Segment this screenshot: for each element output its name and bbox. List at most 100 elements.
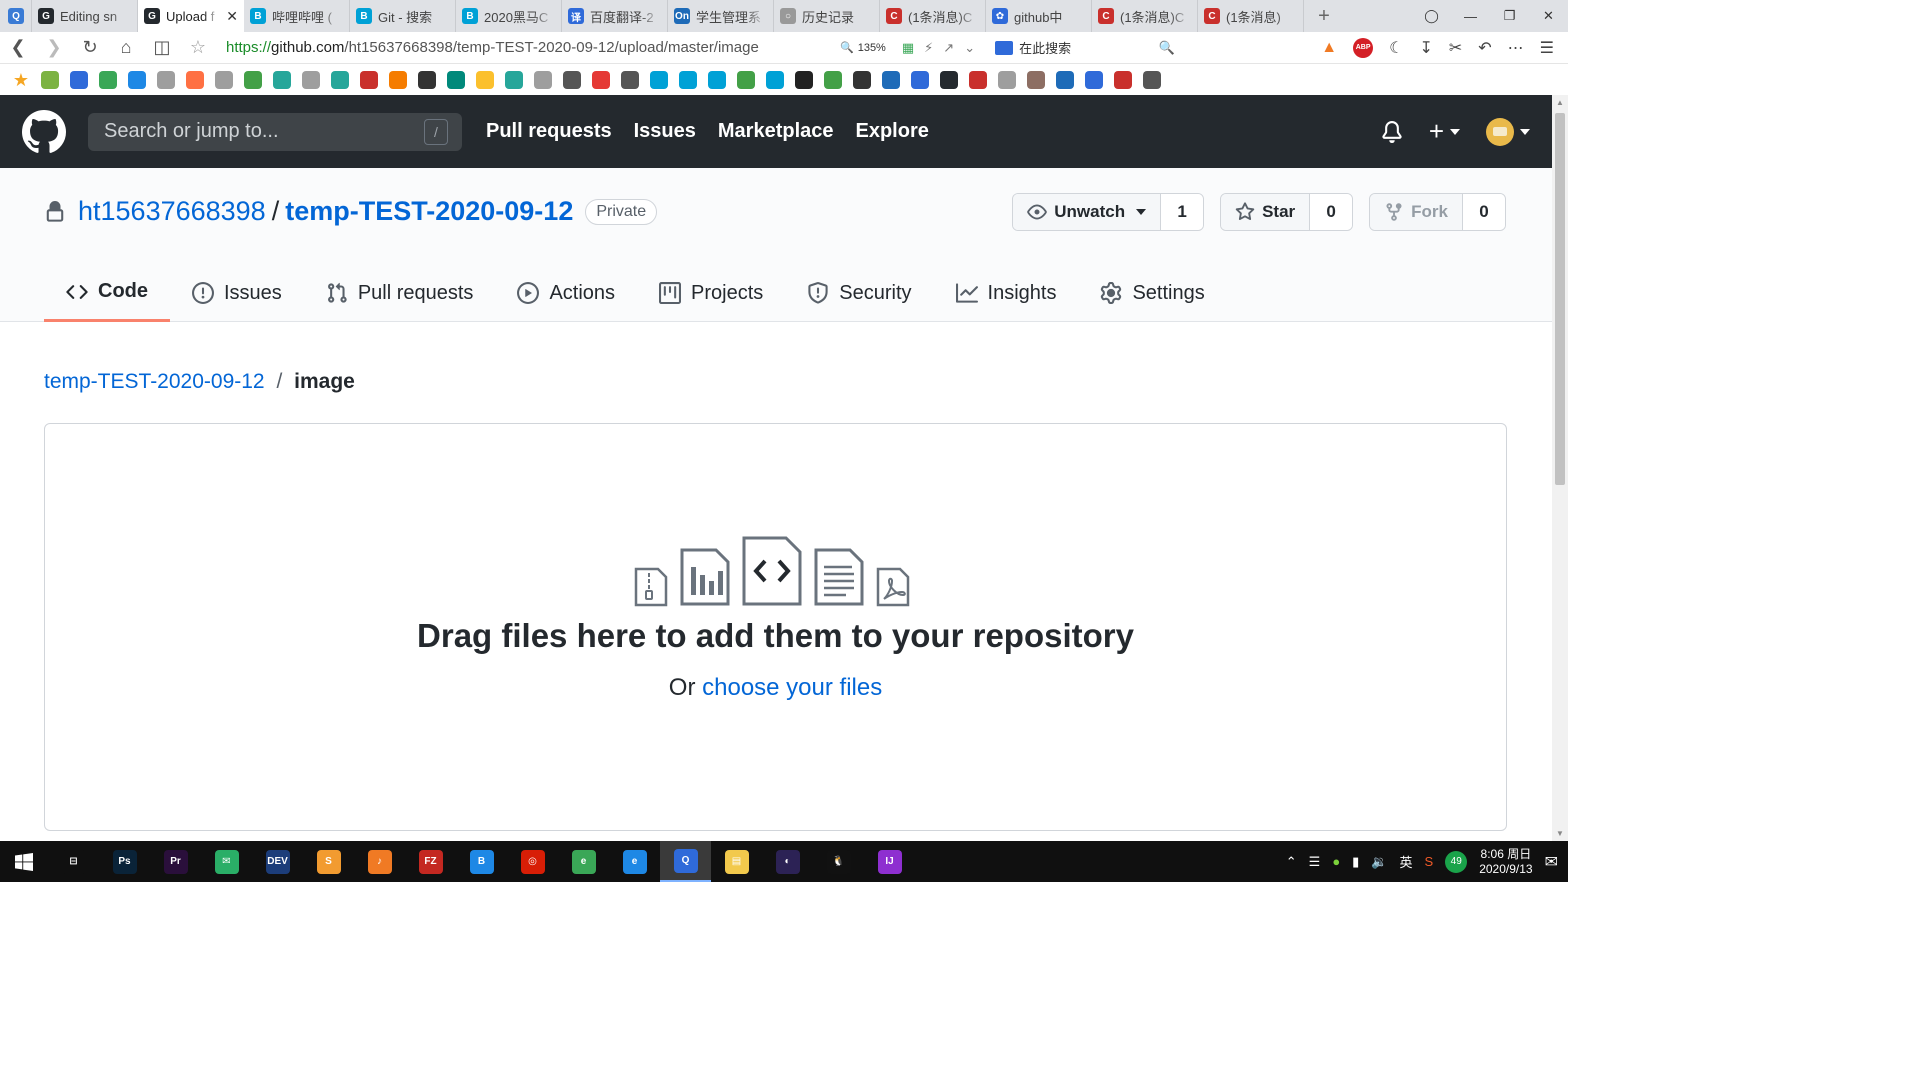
tab-pull-requests[interactable]: Pull requests bbox=[304, 264, 496, 322]
bookmark-icon[interactable] bbox=[534, 71, 552, 89]
taskbar-wechat[interactable]: ✉ bbox=[201, 841, 252, 882]
share-icon[interactable]: ↗ bbox=[943, 40, 954, 56]
bookmark-icon[interactable] bbox=[1143, 71, 1161, 89]
taskbar-eclipse[interactable]: ◐ bbox=[762, 841, 813, 882]
sogou-icon[interactable]: S bbox=[1425, 854, 1434, 869]
page-scrollbar[interactable]: ▲ ▼ bbox=[1552, 95, 1568, 841]
bookmark-icon[interactable] bbox=[882, 71, 900, 89]
browser-tab[interactable]: B Git - 搜索 bbox=[350, 0, 456, 32]
tab-security[interactable]: Security bbox=[785, 264, 933, 322]
bookmark-icon[interactable] bbox=[418, 71, 436, 89]
browser-tab[interactable]: B 哔哩哔哩 ( bbox=[244, 0, 350, 32]
close-window-icon[interactable]: ✕ bbox=[1529, 0, 1568, 32]
bookmark-icon[interactable] bbox=[824, 71, 842, 89]
taskbar-sublime[interactable]: S bbox=[303, 841, 354, 882]
game-icon[interactable]: ▲ bbox=[1321, 39, 1337, 57]
bell-icon[interactable] bbox=[1381, 120, 1403, 143]
home-icon[interactable]: ⌂ bbox=[108, 32, 144, 64]
tab-issues[interactable]: Issues bbox=[170, 264, 304, 322]
taskbar-browser-green[interactable]: e bbox=[558, 841, 609, 882]
minimize-icon[interactable]: — bbox=[1451, 0, 1490, 32]
repo-owner-link[interactable]: ht15637668398 bbox=[78, 196, 266, 227]
search-engine-icon[interactable] bbox=[995, 40, 1014, 55]
bookmark-icon[interactable] bbox=[70, 71, 88, 89]
browser-tab[interactable]: C (1条消息) bbox=[1198, 0, 1304, 32]
menu-icon[interactable]: ☰ bbox=[1540, 38, 1554, 58]
close-tab-icon[interactable]: ✕ bbox=[226, 8, 238, 25]
plus-circle-icon[interactable]: ● bbox=[1332, 854, 1340, 869]
browser-tab[interactable]: 译百度翻译-2 bbox=[562, 0, 668, 32]
tab-projects[interactable]: Projects bbox=[637, 264, 785, 322]
bookmark-icon[interactable] bbox=[302, 71, 320, 89]
notifications-icon[interactable]: ✉ bbox=[1545, 852, 1558, 872]
back-icon[interactable]: ❮ bbox=[0, 32, 36, 64]
undo-icon[interactable]: ↶ bbox=[1478, 38, 1491, 58]
fork-button[interactable]: Fork bbox=[1370, 194, 1463, 230]
taskbar-browser-q[interactable]: Q bbox=[660, 841, 711, 882]
security-badge[interactable]: 49 bbox=[1445, 850, 1468, 873]
github-search[interactable]: / bbox=[88, 112, 462, 151]
github-logo-icon[interactable] bbox=[22, 109, 66, 154]
bookmark-icon[interactable] bbox=[563, 71, 581, 89]
read-mode-icon[interactable]: ▦ bbox=[902, 40, 914, 56]
user-menu[interactable] bbox=[1486, 117, 1530, 146]
bookmark-icon[interactable] bbox=[1085, 71, 1103, 89]
taskbar-bilibili[interactable]: B bbox=[456, 841, 507, 882]
bookmark-icon[interactable] bbox=[186, 71, 204, 89]
browser-tab[interactable]: On 学生管理系 bbox=[668, 0, 774, 32]
bookmark-icon[interactable] bbox=[853, 71, 871, 89]
night-mode-icon[interactable]: ☾ bbox=[1389, 38, 1403, 58]
browser-tab[interactable]: C (1条消息)C bbox=[1092, 0, 1198, 32]
bookmark-icon[interactable] bbox=[360, 71, 378, 89]
system-clock[interactable]: 8:06 周日 2020/9/13 bbox=[1479, 847, 1532, 877]
repo-name-link[interactable]: temp-TEST-2020-09-12 bbox=[285, 196, 573, 227]
address-input[interactable]: https://github.com/ht15637668398/temp-TE… bbox=[226, 39, 826, 56]
bookmark-icon[interactable] bbox=[795, 71, 813, 89]
choose-files-link[interactable]: choose your files bbox=[702, 674, 882, 701]
scroll-down-icon[interactable]: ▼ bbox=[1556, 829, 1564, 838]
taskbar-premiere[interactable]: Pr bbox=[150, 841, 201, 882]
volume-icon[interactable]: 🔉 bbox=[1371, 854, 1387, 870]
bookmark-icon[interactable] bbox=[679, 71, 697, 89]
chevron-up-icon[interactable]: ⌃ bbox=[1286, 854, 1297, 870]
bookmark-icon[interactable] bbox=[505, 71, 523, 89]
bookmark-icon[interactable] bbox=[244, 71, 262, 89]
watch-count[interactable]: 1 bbox=[1161, 194, 1204, 230]
bookmark-icon[interactable] bbox=[41, 71, 59, 89]
bookmark-icon[interactable] bbox=[157, 71, 175, 89]
nav-marketplace[interactable]: Marketplace bbox=[718, 120, 834, 143]
bookmark-icon[interactable] bbox=[940, 71, 958, 89]
taskbar-photoshop[interactable]: Ps bbox=[99, 841, 150, 882]
shirt-icon[interactable]: ◯ bbox=[1412, 0, 1451, 32]
nav-pull-requests[interactable]: Pull requests bbox=[486, 120, 612, 143]
bookmark-icon[interactable] bbox=[969, 71, 987, 89]
wifi-icon[interactable]: ☰ bbox=[1309, 854, 1321, 870]
scissors-icon[interactable]: ✂ bbox=[1449, 38, 1462, 58]
bookmark-icon[interactable] bbox=[1027, 71, 1045, 89]
bookmark-icon[interactable] bbox=[476, 71, 494, 89]
bookmark-icon[interactable] bbox=[215, 71, 233, 89]
unwatch-button[interactable]: Unwatch bbox=[1013, 194, 1162, 230]
battery-icon[interactable]: ▮ bbox=[1352, 854, 1359, 870]
lightning-icon[interactable]: ⚡ bbox=[924, 40, 933, 56]
taskbar-filezilla[interactable]: FZ bbox=[405, 841, 456, 882]
scroll-up-icon[interactable]: ▲ bbox=[1556, 98, 1564, 107]
new-tab-button[interactable]: + bbox=[1304, 0, 1344, 32]
download-icon[interactable]: ↧ bbox=[1419, 38, 1432, 58]
bookmark-icon[interactable] bbox=[273, 71, 291, 89]
taskbar-dev-cpp[interactable]: DEV bbox=[252, 841, 303, 882]
forward-icon[interactable]: ❯ bbox=[36, 32, 72, 64]
fork-count[interactable]: 0 bbox=[1463, 194, 1505, 230]
tab-settings[interactable]: Settings bbox=[1078, 264, 1226, 322]
search-engine-box[interactable]: 在此搜索 🔍 bbox=[995, 38, 1175, 57]
bookmark-icon[interactable] bbox=[1056, 71, 1074, 89]
bookmark-icon[interactable] bbox=[1114, 71, 1132, 89]
ime-indicator[interactable]: 英 bbox=[1400, 852, 1413, 871]
bookmark-icon[interactable] bbox=[389, 71, 407, 89]
star-button[interactable]: Star bbox=[1221, 194, 1311, 230]
bookmark-icon[interactable] bbox=[447, 71, 465, 89]
bookmark-icon[interactable] bbox=[737, 71, 755, 89]
tab-code[interactable]: Code bbox=[44, 264, 170, 322]
taskbar-explorer[interactable]: ▤ bbox=[711, 841, 762, 882]
breadcrumb-repo-link[interactable]: temp-TEST-2020-09-12 bbox=[44, 370, 265, 393]
